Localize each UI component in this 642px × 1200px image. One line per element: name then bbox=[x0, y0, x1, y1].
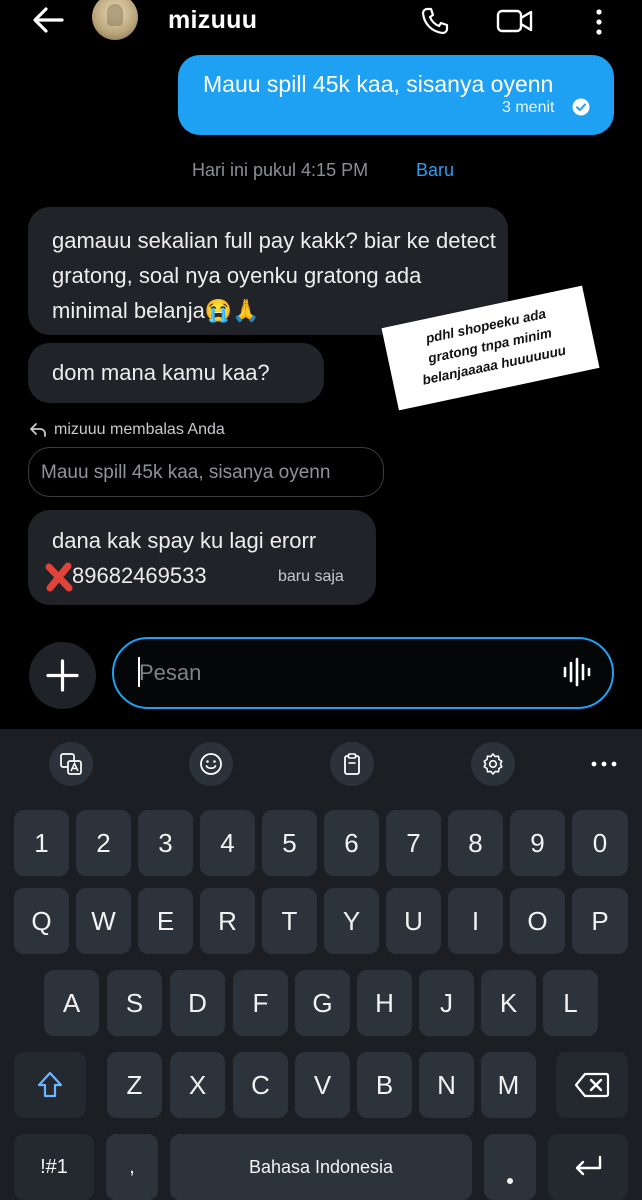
period-key[interactable] bbox=[484, 1134, 536, 1200]
key-l[interactable]: L bbox=[543, 970, 598, 1036]
comma-key[interactable]: , bbox=[106, 1134, 158, 1200]
new-badge: Baru bbox=[416, 160, 455, 180]
settings-icon[interactable] bbox=[471, 742, 515, 786]
voice-message-icon[interactable] bbox=[562, 655, 592, 689]
key-s[interactable]: S bbox=[107, 970, 162, 1036]
key-k[interactable]: K bbox=[481, 970, 536, 1036]
key-f[interactable]: F bbox=[233, 970, 288, 1036]
key-0[interactable]: 0 bbox=[572, 810, 628, 876]
enter-key[interactable] bbox=[548, 1134, 628, 1200]
key-g[interactable]: G bbox=[295, 970, 350, 1036]
period-glyph bbox=[507, 1178, 513, 1184]
backspace-icon bbox=[574, 1072, 610, 1098]
chat-header: mizuuu bbox=[0, 0, 642, 50]
key-p[interactable]: P bbox=[572, 888, 628, 954]
shift-icon bbox=[37, 1071, 63, 1098]
key-8[interactable]: 8 bbox=[448, 810, 503, 876]
back-icon[interactable] bbox=[28, 4, 68, 36]
symbols-key[interactable]: !#1 bbox=[14, 1134, 94, 1200]
plus-icon bbox=[46, 659, 79, 692]
key-j[interactable]: J bbox=[419, 970, 474, 1036]
clipboard-icon[interactable] bbox=[330, 742, 374, 786]
more-vert-icon[interactable] bbox=[592, 8, 606, 36]
key-b[interactable]: B bbox=[357, 1052, 412, 1118]
outgoing-message-text: Mauu spill 45k kaa, sisanya oyenn bbox=[203, 71, 554, 97]
incoming-message-text: dom mana kamu kaa? bbox=[52, 360, 270, 385]
date-divider: Hari ini pukul 4:15 PM bbox=[192, 160, 369, 180]
key-a[interactable]: A bbox=[44, 970, 99, 1036]
key-x[interactable]: X bbox=[170, 1052, 225, 1118]
key-h[interactable]: H bbox=[357, 970, 412, 1036]
contact-name[interactable]: mizuuu bbox=[168, 6, 257, 35]
key-1[interactable]: 1 bbox=[14, 810, 69, 876]
incoming-message-bubble[interactable] bbox=[28, 510, 376, 605]
key-c[interactable]: C bbox=[233, 1052, 288, 1118]
red-cross-mark bbox=[45, 562, 73, 592]
key-e[interactable]: E bbox=[138, 888, 193, 954]
incoming-message-text: gamauu sekalian full pay kakk? biar ke d… bbox=[52, 228, 496, 323]
key-7[interactable]: 7 bbox=[386, 810, 441, 876]
key-v[interactable]: V bbox=[295, 1052, 350, 1118]
key-y[interactable]: Y bbox=[324, 888, 379, 954]
key-4[interactable]: 4 bbox=[200, 810, 255, 876]
key-q[interactable]: Q bbox=[14, 888, 69, 954]
emoji-icon[interactable] bbox=[189, 742, 233, 786]
seen-check-icon bbox=[572, 98, 590, 116]
key-u[interactable]: U bbox=[386, 888, 441, 954]
video-call-icon[interactable] bbox=[496, 7, 534, 35]
shift-key[interactable] bbox=[14, 1052, 86, 1118]
enter-icon bbox=[575, 1155, 602, 1176]
incoming-message-text: dana kak spay ku lagi erorr bbox=[52, 528, 317, 553]
phone-number-text: 89682469533 bbox=[72, 563, 207, 588]
translate-icon[interactable] bbox=[49, 742, 93, 786]
reply-arrow-icon bbox=[30, 423, 46, 437]
key-r[interactable]: R bbox=[200, 888, 255, 954]
more-horiz-icon[interactable] bbox=[590, 760, 618, 768]
key-9[interactable]: 9 bbox=[510, 810, 565, 876]
key-m[interactable]: M bbox=[481, 1052, 536, 1118]
key-d[interactable]: D bbox=[170, 970, 225, 1036]
call-icon[interactable] bbox=[420, 6, 450, 36]
key-i[interactable]: I bbox=[448, 888, 503, 954]
key-w[interactable]: W bbox=[76, 888, 131, 954]
key-z[interactable]: Z bbox=[107, 1052, 162, 1118]
key-3[interactable]: 3 bbox=[138, 810, 193, 876]
key-5[interactable]: 5 bbox=[262, 810, 317, 876]
key-6[interactable]: 6 bbox=[324, 810, 379, 876]
reply-label: mizuuu membalas Anda bbox=[54, 421, 225, 438]
key-2[interactable]: 2 bbox=[76, 810, 131, 876]
key-t[interactable]: T bbox=[262, 888, 317, 954]
keyboard bbox=[0, 729, 642, 1200]
key-n[interactable]: N bbox=[419, 1052, 474, 1118]
outgoing-message-time: 3 menit bbox=[502, 99, 555, 116]
message-input-placeholder: Pesan bbox=[139, 660, 202, 685]
avatar[interactable] bbox=[92, 0, 138, 40]
quoted-message-text: Mauu spill 45k kaa, sisanya oyenn bbox=[41, 462, 331, 483]
key-o[interactable]: O bbox=[510, 888, 565, 954]
space-key[interactable]: Bahasa Indonesia bbox=[170, 1134, 472, 1200]
backspace-key[interactable] bbox=[556, 1052, 628, 1118]
message-time: baru saja bbox=[278, 568, 344, 585]
